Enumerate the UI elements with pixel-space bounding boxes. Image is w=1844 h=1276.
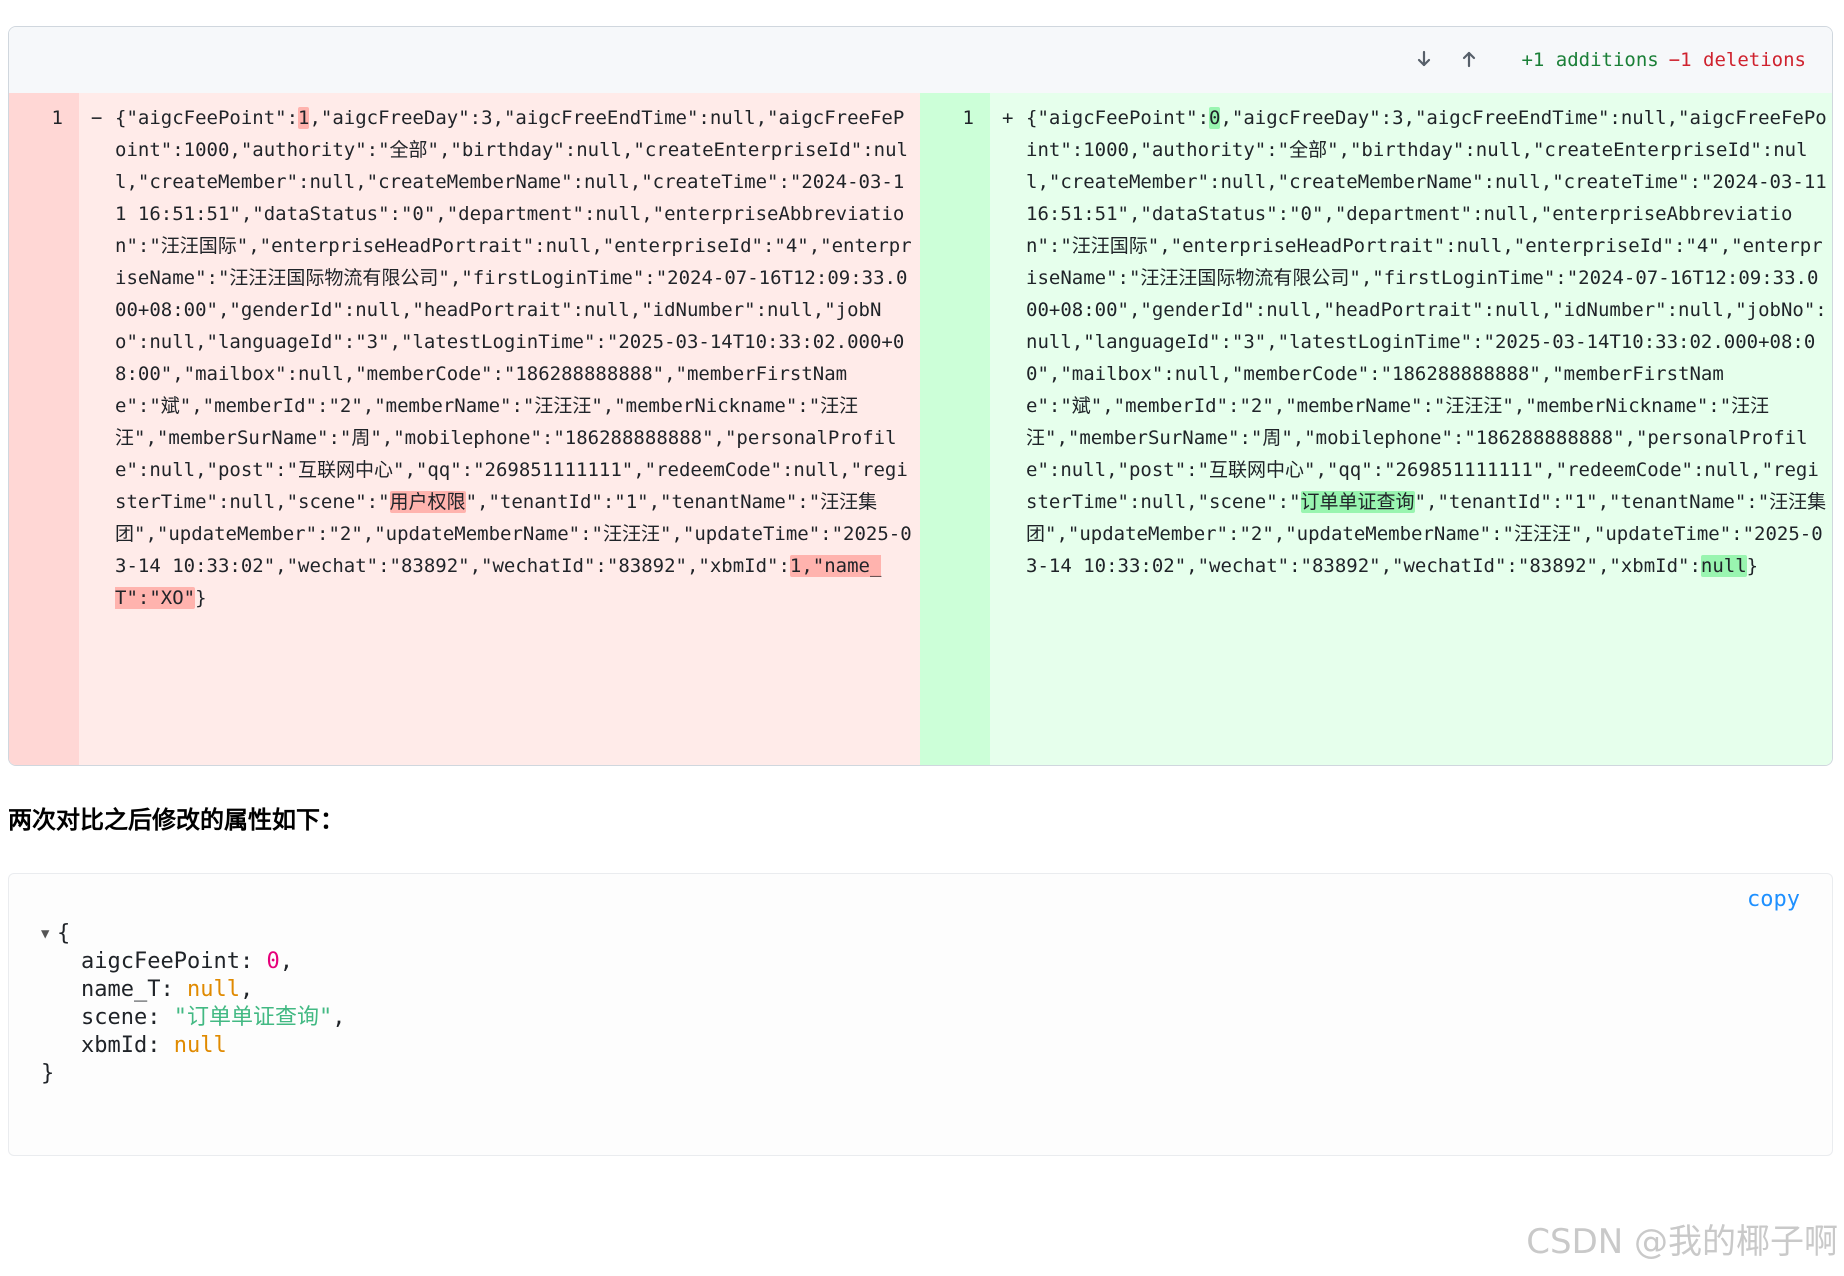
json-entry: xbmId: null: [41, 1032, 345, 1060]
json-entry: name_T: null,: [41, 976, 345, 1004]
changed-segment: 订单单证查询: [1300, 491, 1415, 513]
json-value: 0: [266, 949, 280, 974]
changed-segment: 0: [1209, 107, 1221, 129]
diff-stats: +1 additions −1 deletions: [1521, 47, 1806, 73]
json-comma: ,: [239, 977, 254, 1002]
addition-marker: +: [1002, 107, 1014, 129]
json-open-row: ▼{: [41, 920, 345, 948]
json-entries: aigcFeePoint: 0, name_T: null, scene: "订单单…: [41, 948, 345, 1060]
section-title: 两次对比之后修改的属性如下：: [8, 806, 344, 834]
code-segment: }: [1746, 555, 1759, 577]
json-comma: ,: [279, 949, 293, 974]
json-viewer: copy ▼{ aigcFeePoint: 0, name_T: null, sce…: [8, 873, 1833, 1156]
next-change-arrow-down-icon[interactable]: [1409, 44, 1439, 74]
diff-new-side: 1 + {"aigcFeePoint":0,"aigcFreeDay":3,"a…: [920, 93, 1832, 765]
copy-button[interactable]: copy: [1747, 884, 1800, 916]
previous-change-arrow-up-icon[interactable]: [1454, 44, 1484, 74]
new-code-line: {"aigcFeePoint":0,"aigcFreeDay":3,"aigcF…: [1026, 102, 1829, 582]
csdn-watermark: CSDN @我的椰子啊: [1526, 1222, 1838, 1262]
additions-count: +1 additions: [1521, 49, 1659, 71]
code-segment: {"aigcFeePoint":: [1026, 107, 1210, 129]
new-line-gutter: 1: [920, 93, 990, 765]
changed-segment: 1: [298, 107, 310, 129]
json-entry: scene: "订单单证查询",: [41, 1004, 345, 1032]
old-code-line: {"aigcFeePoint":1,"aigcFreeDay":3,"aigcF…: [115, 102, 913, 614]
json-close-row: }: [41, 1060, 345, 1088]
old-line-gutter: 1: [9, 93, 79, 765]
json-key: scene:: [81, 1005, 174, 1030]
code-segment: }: [195, 587, 207, 609]
collapse-caret-icon[interactable]: ▼: [41, 920, 57, 948]
new-line-number: 1: [962, 107, 974, 129]
diff-header: +1 additions −1 deletions: [9, 27, 1832, 94]
json-close-brace: }: [41, 1061, 55, 1086]
json-tree: ▼{ aigcFeePoint: 0, name_T: null, scene: "…: [41, 920, 345, 1088]
code-segment: ,"aigcFreeDay":3,"aigcFreeEndTime":null,…: [1026, 107, 1827, 513]
code-segment: {"aigcFeePoint":: [115, 107, 299, 129]
json-open-brace: {: [57, 921, 71, 946]
json-comma: ,: [332, 1005, 346, 1030]
json-value: null: [186, 977, 240, 1002]
diff-panel: +1 additions −1 deletions 1 − {"aigcFeePo…: [8, 26, 1833, 766]
json-value: "订单单证查询": [173, 1005, 333, 1030]
changed-segment: 用户权限: [389, 491, 466, 513]
old-line-number: 1: [51, 107, 63, 129]
code-segment: ,"aigcFreeDay":3,"aigcFreeEndTime":null,…: [115, 107, 912, 513]
json-key: xbmId:: [81, 1033, 174, 1058]
json-key: name_T:: [81, 977, 187, 1002]
diff-old-side: 1 − {"aigcFeePoint":1,"aigcFreeDay":3,"a…: [9, 93, 920, 765]
changed-segment: null: [1700, 555, 1747, 577]
diff-body: 1 − {"aigcFeePoint":1,"aigcFreeDay":3,"a…: [9, 93, 1832, 765]
json-entry: aigcFeePoint: 0,: [41, 948, 345, 976]
deletion-marker: −: [91, 107, 103, 129]
json-value: null: [173, 1033, 227, 1058]
json-key: aigcFeePoint:: [81, 949, 267, 974]
deletions-count: −1 deletions: [1668, 49, 1806, 71]
